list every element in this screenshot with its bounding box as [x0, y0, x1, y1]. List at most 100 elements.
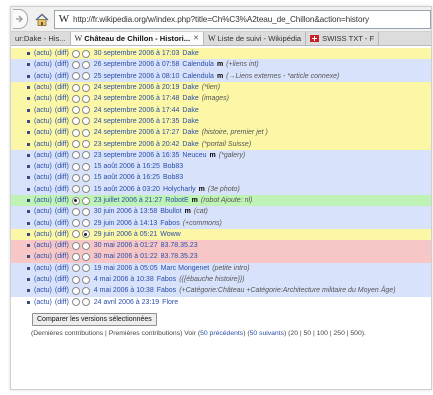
revision-user-link[interactable]: Dake	[182, 107, 198, 114]
revision-user-link[interactable]: Fabos	[160, 220, 179, 227]
diff-link[interactable]: (diff)	[55, 253, 69, 260]
actu-link[interactable]: (actu)	[34, 129, 52, 136]
version-from-radio[interactable]	[71, 60, 80, 69]
revision-user-link[interactable]: Woww	[160, 231, 180, 238]
revision-user-link[interactable]: Bob83	[163, 174, 183, 181]
revision-user-link[interactable]: Holycharly	[163, 186, 196, 193]
revision-user-link[interactable]: Dake	[182, 141, 198, 148]
revision-date-link[interactable]: 23 septembre 2006 à 20:42	[94, 141, 180, 148]
revision-date-link[interactable]: 29 juin 2006 à 05:21	[94, 231, 157, 238]
version-to-radio[interactable]	[81, 60, 90, 69]
revision-date-link[interactable]: 15 août 2006 à 16:25	[94, 174, 160, 181]
diff-link[interactable]: (diff)	[55, 84, 69, 91]
actu-link[interactable]: (actu)	[34, 118, 52, 125]
diff-link[interactable]: (diff)	[55, 220, 69, 227]
diff-link[interactable]: (diff)	[55, 208, 69, 215]
revision-user-link[interactable]: RobotE	[165, 197, 188, 204]
revision-date-link[interactable]: 29 juin 2006 à 14:13	[94, 220, 157, 227]
diff-link[interactable]: (diff)	[55, 163, 69, 170]
diff-link[interactable]: (diff)	[55, 107, 69, 114]
revision-date-link[interactable]: 24 septembre 2006 à 17:35	[94, 118, 180, 125]
revision-user-link[interactable]: Bbullot	[160, 208, 181, 215]
revision-date-link[interactable]: 23 septembre 2006 à 16:35	[94, 152, 180, 159]
version-from-radio[interactable]	[71, 264, 80, 273]
actu-link[interactable]: (actu)	[34, 84, 52, 91]
revision-date-link[interactable]: 26 septembre 2006 à 07:58	[94, 61, 180, 68]
actu-link[interactable]: (actu)	[34, 174, 52, 181]
diff-link[interactable]: (diff)	[55, 231, 69, 238]
diff-link[interactable]: (diff)	[55, 95, 69, 102]
diff-link[interactable]: (diff)	[55, 141, 69, 148]
version-to-radio[interactable]	[81, 162, 90, 171]
diff-link[interactable]: (diff)	[55, 152, 69, 159]
version-to-radio[interactable]	[81, 298, 90, 307]
home-button[interactable]	[34, 11, 50, 27]
actu-link[interactable]: (actu)	[34, 197, 52, 204]
actu-link[interactable]: (actu)	[34, 163, 52, 170]
revision-user-link[interactable]: Neuceu	[182, 152, 206, 159]
actu-link[interactable]: (actu)	[34, 186, 52, 193]
version-from-radio[interactable]	[71, 49, 80, 58]
diff-link[interactable]: (diff)	[55, 174, 69, 181]
version-to-radio[interactable]	[81, 94, 90, 103]
version-from-radio[interactable]	[71, 219, 80, 228]
tab-0[interactable]: ur:Dake - His...	[11, 32, 71, 45]
revision-user-link[interactable]: Calendula	[182, 61, 214, 68]
revision-date-link[interactable]: 30 septembre 2006 à 17:03	[94, 50, 180, 57]
revision-date-link[interactable]: 24 avril 2006 à 23:19	[94, 299, 159, 306]
version-from-radio[interactable]	[71, 286, 80, 295]
version-to-radio[interactable]	[81, 185, 90, 194]
actu-link[interactable]: (actu)	[34, 73, 52, 80]
revision-user-link[interactable]: 83.78.35.23	[161, 242, 198, 249]
actu-link[interactable]: (actu)	[34, 107, 52, 114]
actu-link[interactable]: (actu)	[34, 265, 52, 272]
actu-link[interactable]: (actu)	[34, 299, 52, 306]
version-from-radio[interactable]	[71, 162, 80, 171]
revision-date-link[interactable]: 30 mai 2006 à 01:22	[94, 253, 158, 260]
actu-link[interactable]: (actu)	[34, 287, 52, 294]
diff-link[interactable]: (diff)	[55, 50, 69, 57]
revision-user-link[interactable]: Marc Mongenet	[161, 265, 210, 272]
version-to-radio[interactable]	[81, 241, 90, 250]
version-to-radio[interactable]	[81, 173, 90, 182]
version-to-radio[interactable]	[81, 83, 90, 92]
pagination-limits[interactable]: ) (20 | 50 | 100 | 250 | 500).	[284, 330, 366, 337]
revision-user-link[interactable]: Flore	[162, 299, 178, 306]
revision-user-link[interactable]: 83.78.35.23	[161, 253, 198, 260]
diff-link[interactable]: (diff)	[55, 287, 69, 294]
prev-page-link[interactable]: 50 précédents	[200, 330, 243, 337]
revision-date-link[interactable]: 4 mai 2006 à 10:38	[94, 276, 154, 283]
version-from-radio[interactable]	[71, 298, 80, 307]
version-to-radio[interactable]	[81, 286, 90, 295]
version-to-radio[interactable]	[81, 72, 90, 81]
revision-user-link[interactable]: Dake	[182, 50, 198, 57]
diff-link[interactable]: (diff)	[55, 242, 69, 249]
version-to-radio[interactable]	[81, 275, 90, 284]
diff-link[interactable]: (diff)	[55, 197, 69, 204]
compare-versions-button[interactable]: Comparer les versions sélectionnées	[32, 312, 157, 326]
version-from-radio[interactable]	[71, 173, 80, 182]
diff-link[interactable]: (diff)	[55, 299, 69, 306]
version-to-radio[interactable]	[81, 207, 90, 216]
url-bar[interactable]: W http://fr.wikipedia.org/w/index.php?ti…	[54, 9, 431, 29]
diff-link[interactable]: (diff)	[55, 73, 69, 80]
version-from-radio[interactable]	[71, 117, 80, 126]
revision-user-link[interactable]: Dake	[182, 95, 198, 102]
version-from-radio[interactable]	[71, 94, 80, 103]
version-from-radio[interactable]	[71, 72, 80, 81]
version-to-radio[interactable]	[81, 117, 90, 126]
actu-link[interactable]: (actu)	[34, 50, 52, 57]
version-from-radio[interactable]	[71, 128, 80, 137]
actu-link[interactable]: (actu)	[34, 220, 52, 227]
revision-date-link[interactable]: 24 septembre 2006 à 17:27	[94, 129, 180, 136]
revision-date-link[interactable]: 4 mai 2006 à 10:38	[94, 287, 154, 294]
actu-link[interactable]: (actu)	[34, 253, 52, 260]
diff-link[interactable]: (diff)	[55, 265, 69, 272]
version-from-radio[interactable]	[71, 275, 80, 284]
version-to-radio[interactable]	[81, 106, 90, 115]
url-text[interactable]: http://fr.wikipedia.org/w/index.php?titl…	[73, 15, 369, 24]
revision-date-link[interactable]: 23 juillet 2006 à 21:27	[94, 197, 163, 204]
version-from-radio[interactable]	[71, 196, 80, 205]
diff-link[interactable]: (diff)	[55, 61, 69, 68]
actu-link[interactable]: (actu)	[34, 61, 52, 68]
